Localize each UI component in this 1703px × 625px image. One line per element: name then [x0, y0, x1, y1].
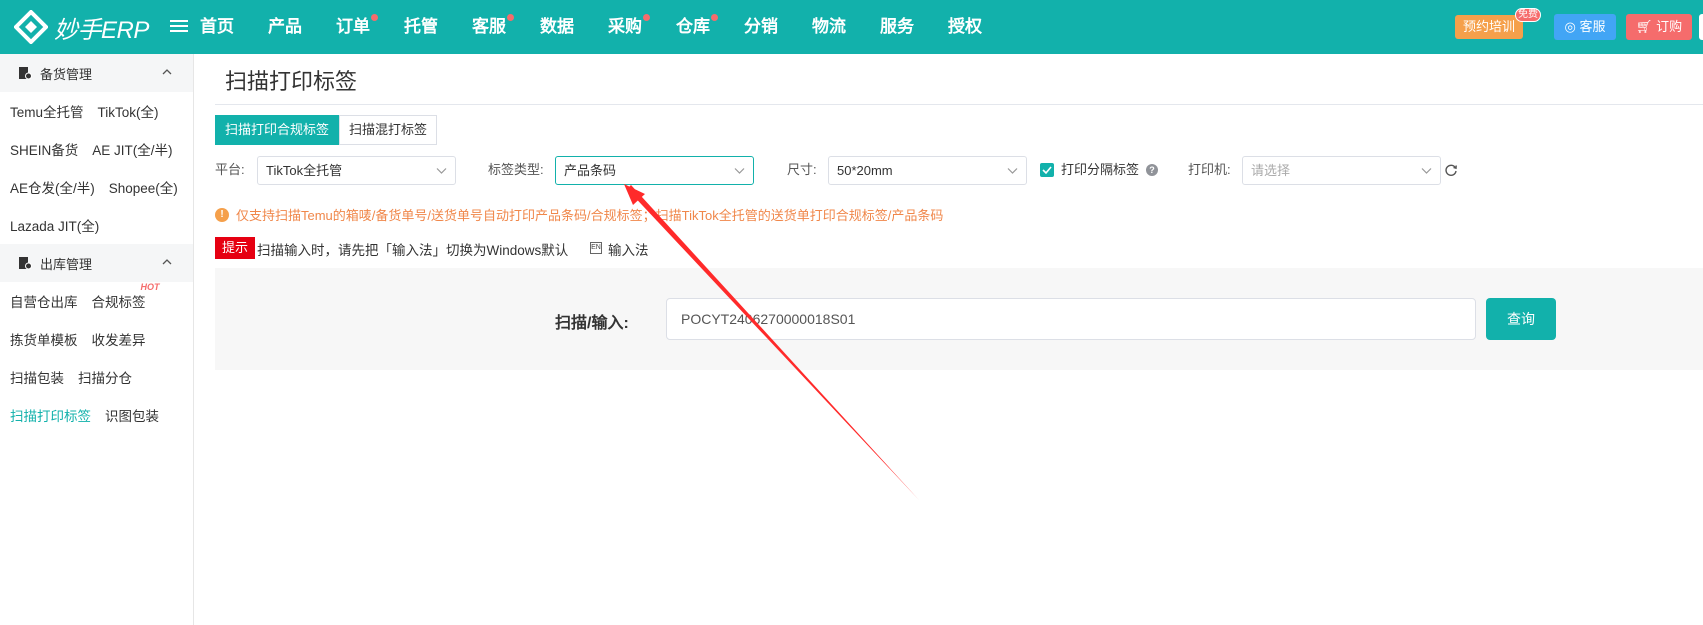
chevron-down-icon — [436, 168, 447, 174]
platform-select[interactable]: TikTok全托管 — [257, 156, 456, 185]
sidebar-item-ae-warehouse[interactable]: AE仓发(全/半) — [10, 177, 95, 197]
help-icon[interactable]: ? — [1146, 164, 1158, 176]
nav-item-products[interactable]: 产品 — [268, 0, 302, 54]
nav-item-managed[interactable]: 托管 — [404, 0, 438, 54]
size-select[interactable]: 50*20mm — [828, 156, 1027, 185]
chevron-down-icon — [734, 168, 745, 174]
notification-dot — [507, 14, 514, 21]
tip-badge: 提示 — [215, 237, 255, 259]
query-button[interactable]: 查询 — [1486, 298, 1556, 340]
title-divider — [215, 104, 1703, 105]
sidebar: 备货管理 Temu全托管 TikTok(全) SHEIN备货 AE JIT(全/半)… — [0, 54, 194, 625]
sidebar-item-lazada-jit[interactable]: Lazada JIT(全) — [10, 215, 99, 235]
sidebar-item-ae-jit[interactable]: AE JIT(全/半) — [92, 139, 172, 159]
customer-service-button[interactable]: ◎ 客服 — [1554, 14, 1616, 40]
scan-input-label: 扫描/输入: — [555, 315, 629, 332]
sidebar-item-image-packing[interactable]: 识图包装 — [105, 405, 159, 425]
nav-item-warehouse[interactable]: 仓库 — [676, 0, 718, 54]
printer-select[interactable]: 请选择 — [1242, 156, 1441, 185]
refresh-icon[interactable] — [1444, 163, 1458, 177]
sidebar-item-shein-stock[interactable]: SHEIN备货 — [10, 139, 78, 159]
free-badge: 免费 — [1515, 8, 1541, 22]
sidebar-item-picking-template[interactable]: 拣货单模板 — [10, 329, 78, 349]
warning-icon: ! — [215, 208, 229, 222]
nav-item-distribution[interactable]: 分销 — [744, 0, 778, 54]
overflow-button[interactable] — [1699, 14, 1703, 40]
sidebar-item-tiktok-full[interactable]: TikTok(全) — [98, 101, 159, 121]
sidebar-item-shipping-variance[interactable]: 收发差异 — [92, 329, 146, 349]
logo-icon — [14, 10, 48, 44]
check-icon — [1042, 166, 1052, 175]
document-gear-icon — [19, 67, 32, 80]
chat-icon: ◎ — [1564, 19, 1576, 34]
menu-toggle-icon[interactable] — [170, 17, 188, 37]
label-type-label: 标签类型: — [488, 162, 544, 177]
notification-dot — [371, 14, 378, 21]
logo-text: 妙手ERP — [54, 16, 149, 44]
main-nav: 首页 产品 订单 托管 客服 数据 采购 仓库 分销 物流 服务 授权 — [200, 0, 1016, 54]
book-training-button[interactable]: 预约培训 — [1455, 15, 1523, 39]
nav-item-home[interactable]: 首页 — [200, 0, 234, 54]
hot-badge: HOT — [140, 282, 160, 292]
sidebar-item-compliance-label[interactable]: 合规标签 HOT — [92, 282, 160, 311]
nav-item-data[interactable]: 数据 — [540, 0, 574, 54]
sidebar-item-scan-sorting[interactable]: 扫描分仓 — [78, 367, 132, 387]
tip-text: 扫描输入时，请先把「输入法」切换为Windows默认 — [257, 243, 569, 258]
tab-scan-compliance-label[interactable]: 扫描打印合规标签 — [215, 115, 340, 145]
nav-item-authorization[interactable]: 授权 — [948, 0, 982, 54]
document-gear-icon — [19, 257, 32, 270]
nav-item-customer-service[interactable]: 客服 — [472, 0, 514, 54]
sidebar-group-outbound[interactable]: 出库管理 — [0, 244, 193, 282]
page-title: 扫描打印标签 — [225, 69, 358, 94]
subscribe-button[interactable]: 🛒︎ 订购 — [1626, 14, 1692, 40]
nav-item-orders[interactable]: 订单 — [336, 0, 378, 54]
nav-item-services[interactable]: 服务 — [880, 0, 914, 54]
chevron-down-icon — [1421, 168, 1432, 174]
scan-input[interactable]: POCYT2406270000018S01 — [666, 298, 1476, 340]
keyboard-icon: EN — [590, 242, 602, 254]
sidebar-item-temu-full[interactable]: Temu全托管 — [10, 101, 84, 121]
size-label: 尺寸: — [787, 162, 817, 177]
label-type-select[interactable]: 产品条码 — [555, 156, 754, 185]
notification-dot — [711, 14, 718, 21]
warning-text: 仅支持扫描Temu的箱唛/备货单号/送货单号自动打印产品条码/合规标签；扫描Ti… — [236, 208, 944, 223]
nav-item-purchase[interactable]: 采购 — [608, 0, 650, 54]
print-divider-checkbox[interactable] — [1040, 163, 1054, 177]
ime-label: 输入法 — [608, 243, 649, 258]
platform-label: 平台: — [215, 162, 245, 177]
cart-icon: 🛒︎ — [1635, 19, 1653, 34]
nav-item-logistics[interactable]: 物流 — [812, 0, 846, 54]
label-tabs: 扫描打印合规标签 扫描混打标签 — [215, 115, 438, 145]
sidebar-group-stock[interactable]: 备货管理 — [0, 54, 193, 92]
tab-scan-mixed-label[interactable]: 扫描混打标签 — [339, 115, 438, 145]
notification-dot — [643, 14, 650, 21]
sidebar-item-shopee-full[interactable]: Shopee(全) — [109, 177, 178, 197]
top-navbar: 妙手ERP 首页 产品 订单 托管 客服 数据 采购 仓库 分销 物流 服务 授… — [0, 0, 1703, 54]
chevron-up-icon[interactable] — [161, 66, 173, 78]
chevron-down-icon — [1007, 168, 1018, 174]
print-divider-label[interactable]: 打印分隔标签 — [1061, 156, 1139, 184]
sidebar-item-scan-packing[interactable]: 扫描包装 — [10, 367, 64, 387]
printer-label: 打印机: — [1188, 162, 1231, 177]
sidebar-item-self-warehouse-outbound[interactable]: 自营仓出库 — [10, 291, 78, 311]
sidebar-item-scan-print-label[interactable]: 扫描打印标签 — [10, 405, 91, 425]
chevron-up-icon[interactable] — [161, 256, 173, 268]
logo[interactable]: 妙手ERP — [14, 8, 154, 46]
